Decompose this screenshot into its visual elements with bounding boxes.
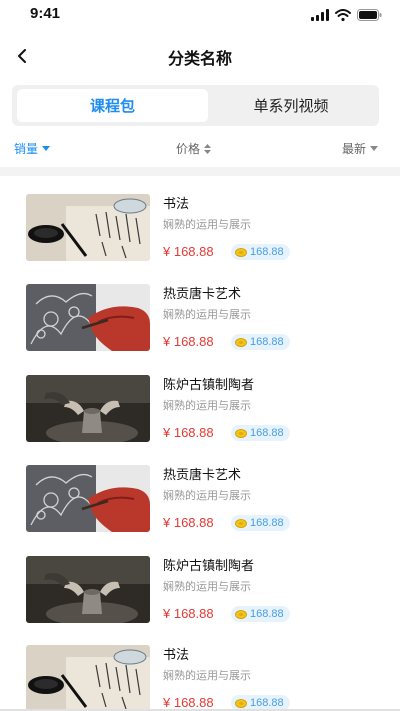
status-bar: 9:41 xyxy=(0,0,400,30)
battery-icon xyxy=(357,9,382,21)
course-price: ¥ 168.88 xyxy=(163,334,214,349)
course-item[interactable]: 热贡唐卡艺术 娴熟的运用与展示 ¥ 168.88 168.88 xyxy=(0,447,400,537)
wifi-icon xyxy=(335,9,351,21)
course-subtitle: 娴熟的运用与展示 xyxy=(163,399,251,412)
course-subtitle: 娴熟的运用与展示 xyxy=(163,489,251,502)
filter-sales[interactable]: 销量 xyxy=(14,140,51,157)
course-price: ¥ 168.88 xyxy=(163,695,214,710)
section-divider xyxy=(0,167,400,176)
coin-price: 168.88 xyxy=(250,697,284,709)
course-price: ¥ 168.88 xyxy=(163,606,214,621)
nav-bar: 分类名称 xyxy=(0,38,400,74)
course-item[interactable]: 陈炉古镇制陶者 娴熟的运用与展示 ¥ 168.88 168.88 xyxy=(0,357,400,447)
course-thumbnail-calligraphy xyxy=(26,645,150,711)
course-title: 热贡唐卡艺术 xyxy=(163,468,242,483)
course-subtitle: 娴熟的运用与展示 xyxy=(163,308,251,321)
coin-price: 168.88 xyxy=(250,246,284,258)
course-item[interactable]: 陈炉古镇制陶者 娴熟的运用与展示 ¥ 168.88 168.88 xyxy=(0,538,400,628)
status-time: 9:41 xyxy=(30,5,61,22)
coin-price: 168.88 xyxy=(250,336,284,348)
course-title: 陈炉古镇制陶者 xyxy=(163,559,255,574)
course-price: ¥ 168.88 xyxy=(163,244,214,259)
signal-icon xyxy=(311,9,329,21)
course-item[interactable]: 书法 娴熟的运用与展示 ¥ 168.88 168.88 xyxy=(0,627,400,711)
coin-price-badge: 168.88 xyxy=(231,334,290,350)
course-thumbnail-pottery xyxy=(26,375,150,442)
course-subtitle: 娴熟的运用与展示 xyxy=(163,669,251,682)
filter-newest[interactable]: 最新 xyxy=(342,140,378,157)
coin-icon xyxy=(235,428,247,438)
filter-newest-label: 最新 xyxy=(341,142,366,156)
tab-course-package[interactable]: 课程包 xyxy=(17,89,208,122)
course-thumbnail-thangka xyxy=(26,284,150,351)
course-subtitle: 娴熟的运用与展示 xyxy=(163,218,251,231)
status-icons xyxy=(311,9,382,21)
coin-icon xyxy=(235,698,247,708)
filter-sales-label: 销量 xyxy=(14,142,39,156)
course-price: ¥ 168.88 xyxy=(163,515,214,530)
course-item[interactable]: 书法 娴熟的运用与展示 ¥ 168.88 168.88 xyxy=(0,176,400,266)
coin-icon xyxy=(235,247,247,257)
filter-bar: 销量 价格 最新 xyxy=(0,136,400,162)
coin-icon xyxy=(235,337,247,347)
filter-price[interactable]: 价格 xyxy=(176,140,212,157)
coin-price: 168.88 xyxy=(250,427,284,439)
caret-down-icon xyxy=(370,146,378,151)
caret-down-icon xyxy=(42,146,51,151)
coin-price-badge: 168.88 xyxy=(231,425,290,441)
coin-price-badge: 168.88 xyxy=(231,515,290,531)
coin-price-badge: 168.88 xyxy=(231,606,290,622)
page-title: 分类名称 xyxy=(167,49,232,68)
course-thumbnail-pottery xyxy=(26,556,150,623)
course-item[interactable]: 热贡唐卡艺术 娴熟的运用与展示 ¥ 168.88 168.88 xyxy=(0,266,400,356)
tab-single-series-video[interactable]: 单系列视频 xyxy=(208,89,374,122)
course-thumbnail-calligraphy xyxy=(26,194,150,261)
course-price: ¥ 168.88 xyxy=(163,425,214,440)
course-subtitle: 娴熟的运用与展示 xyxy=(163,580,251,593)
coin-price: 168.88 xyxy=(250,608,284,620)
course-title: 热贡唐卡艺术 xyxy=(163,287,242,302)
coin-price-badge: 168.88 xyxy=(231,244,290,260)
coin-icon xyxy=(235,518,247,528)
sort-icon xyxy=(204,143,212,154)
coin-price: 168.88 xyxy=(250,517,284,529)
course-title: 书法 xyxy=(163,197,190,212)
coin-icon xyxy=(235,609,247,619)
course-title: 书法 xyxy=(163,648,190,663)
course-thumbnail-thangka xyxy=(26,465,150,532)
course-title: 陈炉古镇制陶者 xyxy=(163,378,255,393)
course-list: 书法 娴熟的运用与展示 ¥ 168.88 168.88 热贡唐卡艺术 娴熟的运用… xyxy=(0,176,400,711)
tab-switcher: 课程包 单系列视频 xyxy=(12,85,379,126)
filter-price-label: 价格 xyxy=(176,142,201,156)
